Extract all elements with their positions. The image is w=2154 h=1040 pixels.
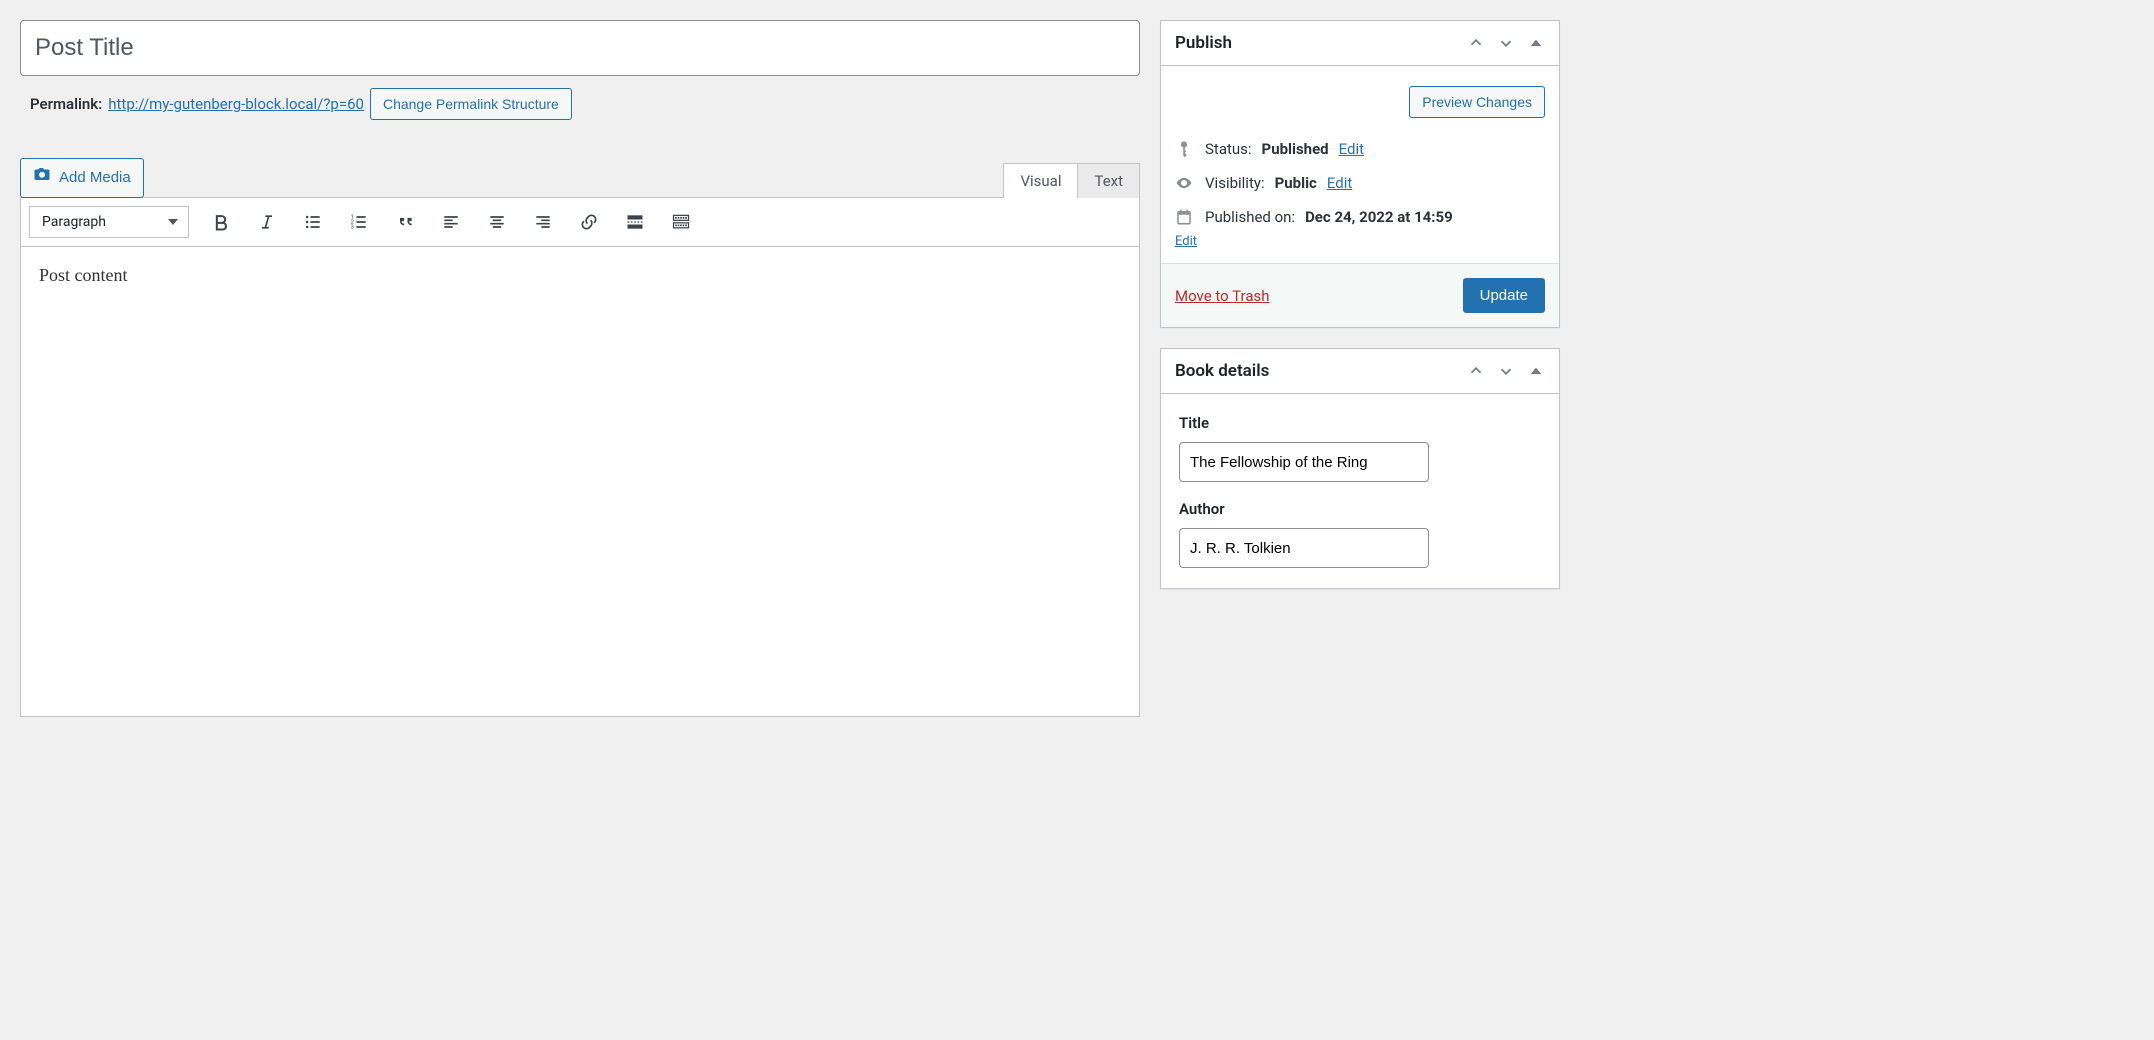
add-media-button[interactable]: Add Media [20,158,144,198]
align-left-button[interactable] [437,208,465,236]
status-value: Published [1262,140,1329,158]
italic-button[interactable] [253,208,281,236]
editor-toolbar: Paragraph 123 [20,197,1140,247]
book-author-label: Author [1179,500,1541,518]
editor-tabs: Visual Text [1003,163,1140,198]
format-selector[interactable]: Paragraph [29,206,189,238]
toggle-panel-icon[interactable] [1527,362,1545,380]
update-button[interactable]: Update [1463,278,1545,313]
visibility-value: Public [1275,174,1317,192]
status-row: Status: Published Edit [1175,132,1545,166]
numbered-list-button[interactable]: 123 [345,208,373,236]
move-down-icon[interactable] [1497,362,1515,380]
align-right-button[interactable] [529,208,557,236]
publish-heading: Publish [1175,33,1232,53]
preview-changes-button[interactable]: Preview Changes [1409,86,1545,118]
calendar-icon [1175,208,1195,226]
eye-icon [1175,174,1195,192]
published-on-value: Dec 24, 2022 at 14:59 [1305,208,1453,226]
visibility-label: Visibility: [1205,174,1265,192]
book-details-heading: Book details [1175,361,1269,381]
tab-text[interactable]: Text [1078,163,1140,198]
visibility-row: Visibility: Public Edit [1175,166,1545,200]
move-down-icon[interactable] [1497,34,1515,52]
permalink-row: Permalink: http://my-gutenberg-block.loc… [20,76,1140,124]
bullet-list-button[interactable] [299,208,327,236]
editor-content[interactable]: Post content [20,247,1140,717]
format-selector-label: Paragraph [42,214,106,230]
add-media-label: Add Media [59,167,131,190]
blockquote-button[interactable] [391,208,419,236]
move-up-icon[interactable] [1467,34,1485,52]
move-up-icon[interactable] [1467,362,1485,380]
published-on-label: Published on: [1205,208,1295,226]
tab-visual[interactable]: Visual [1003,163,1078,198]
toggle-panel-icon[interactable] [1527,34,1545,52]
permalink-label: Permalink: [30,95,102,113]
move-to-trash-link[interactable]: Move to Trash [1175,287,1269,305]
book-details-box: Book details Title Author [1160,348,1560,589]
publish-box: Publish Preview Changes Status: Publishe… [1160,20,1560,328]
post-title-input[interactable] [20,20,1140,76]
svg-text:3: 3 [351,224,354,230]
camera-music-icon [33,165,51,191]
edit-date-link[interactable]: Edit [1175,234,1197,249]
read-more-button[interactable] [621,208,649,236]
edit-status-link[interactable]: Edit [1339,140,1364,158]
book-title-label: Title [1179,414,1541,432]
book-author-input[interactable] [1179,528,1429,568]
bold-button[interactable] [207,208,235,236]
toolbar-toggle-button[interactable] [667,208,695,236]
published-on-row: Published on: Dec 24, 2022 at 14:59 [1175,200,1545,234]
insert-link-button[interactable] [575,208,603,236]
status-label: Status: [1205,140,1252,158]
book-title-input[interactable] [1179,442,1429,482]
change-permalink-button[interactable]: Change Permalink Structure [370,88,572,120]
permalink-url[interactable]: http://my-gutenberg-block.local/?p=60 [108,95,364,113]
edit-visibility-link[interactable]: Edit [1327,174,1352,192]
align-center-button[interactable] [483,208,511,236]
key-icon [1175,140,1195,158]
